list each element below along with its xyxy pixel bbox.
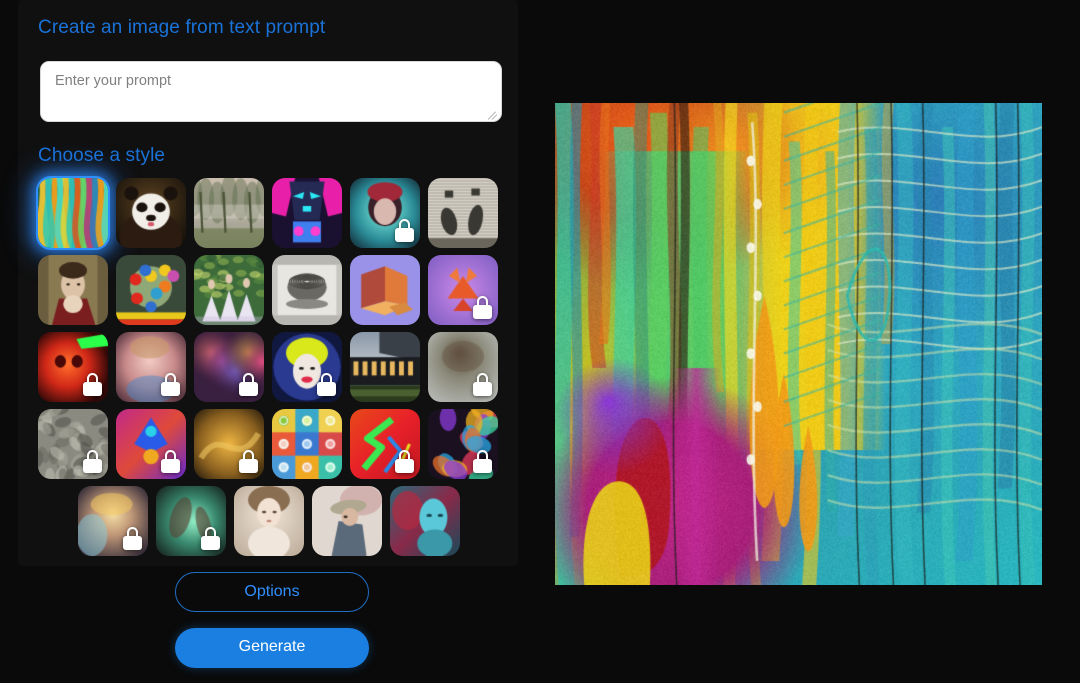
style-tile-panda-photoreal[interactable] xyxy=(116,178,186,248)
style-tile-neon-portrait[interactable] xyxy=(350,178,420,248)
page-title: Create an image from text prompt xyxy=(38,17,325,39)
options-button[interactable]: Options xyxy=(175,572,369,612)
prompt-input[interactable] xyxy=(40,61,502,122)
style-tile-cyberpunk-robot[interactable] xyxy=(272,178,342,248)
style-tile-app-icon-set[interactable] xyxy=(272,409,342,479)
style-thumbnail-renaissance-portrait xyxy=(38,255,108,325)
lock-icon xyxy=(83,450,102,473)
style-thumbnail-misty-landscape-painting xyxy=(194,178,264,248)
style-tile-low-poly-fox[interactable] xyxy=(428,255,498,325)
style-tile-stone-texture[interactable] xyxy=(38,409,108,479)
style-tile-color-smoke-abstract[interactable] xyxy=(194,332,264,402)
style-row xyxy=(38,486,500,556)
style-thumbnail-vintage-engraving xyxy=(428,178,498,248)
style-tile-green-mist-figure[interactable] xyxy=(156,486,226,556)
lock-icon xyxy=(83,373,102,396)
style-tile-ethereal-face[interactable] xyxy=(78,486,148,556)
style-thumbnail-app-icon-set xyxy=(272,409,342,479)
style-tile-renaissance-portrait[interactable] xyxy=(38,255,108,325)
style-thumbnail-still-life-flowers xyxy=(116,255,186,325)
generated-image-canvas xyxy=(555,103,1042,585)
lock-icon xyxy=(395,450,414,473)
style-tile-impressionist-ballet[interactable] xyxy=(194,255,264,325)
style-tile-infrared-skull[interactable] xyxy=(38,332,108,402)
style-row xyxy=(38,255,500,325)
style-tile-engraved-teacup[interactable] xyxy=(272,255,342,325)
lock-icon xyxy=(317,373,336,396)
lock-icon xyxy=(473,296,492,319)
choose-style-label: Choose a style xyxy=(38,145,165,167)
style-tile-macro-blur[interactable] xyxy=(428,332,498,402)
style-tile-vintage-engraving[interactable] xyxy=(428,178,498,248)
lock-icon xyxy=(239,450,258,473)
style-tile-psychedelic-figure[interactable] xyxy=(116,409,186,479)
style-grid xyxy=(38,178,500,563)
lock-icon xyxy=(239,373,258,396)
style-row xyxy=(38,409,500,479)
style-thumbnail-panda-photoreal xyxy=(116,178,186,248)
style-tile-porcelain-doll-portrait[interactable] xyxy=(234,486,304,556)
style-tile-vivid-collage[interactable] xyxy=(428,409,498,479)
style-tile-teal-red-portrait[interactable] xyxy=(390,486,460,556)
style-tile-abstract-expressionist[interactable] xyxy=(38,178,108,248)
lock-icon xyxy=(161,373,180,396)
lock-icon xyxy=(123,527,142,550)
style-tile-isometric-3d-render[interactable] xyxy=(350,255,420,325)
style-thumbnail-modern-architecture xyxy=(350,332,420,402)
style-thumbnail-teal-red-portrait xyxy=(390,486,460,556)
controls-column: Create an image from text prompt Choose … xyxy=(0,0,520,683)
style-tile-modern-architecture[interactable] xyxy=(350,332,420,402)
style-tile-painter-with-hat[interactable] xyxy=(312,486,382,556)
lock-icon xyxy=(161,450,180,473)
lock-icon xyxy=(473,373,492,396)
style-thumbnail-abstract-expressionist xyxy=(38,178,108,248)
style-tile-pop-art-icon[interactable] xyxy=(272,332,342,402)
style-thumbnail-cyberpunk-robot xyxy=(272,178,342,248)
style-row xyxy=(38,332,500,402)
style-tile-misty-landscape-painting[interactable] xyxy=(194,178,264,248)
style-row xyxy=(38,178,500,248)
image-generator-app: Create an image from text prompt Choose … xyxy=(0,0,1080,683)
lock-icon xyxy=(395,219,414,242)
style-tile-soft-pastel-portrait[interactable] xyxy=(116,332,186,402)
style-thumbnail-painter-with-hat xyxy=(312,486,382,556)
style-thumbnail-isometric-3d-render xyxy=(350,255,420,325)
style-thumbnail-engraved-teacup xyxy=(272,255,342,325)
style-tile-neon-dragon[interactable] xyxy=(350,409,420,479)
style-tile-golden-abstract[interactable] xyxy=(194,409,264,479)
lock-icon xyxy=(473,450,492,473)
lock-icon xyxy=(201,527,220,550)
style-tile-still-life-flowers[interactable] xyxy=(116,255,186,325)
generated-image[interactable] xyxy=(555,103,1042,585)
style-thumbnail-porcelain-doll-portrait xyxy=(234,486,304,556)
generate-button[interactable]: Generate xyxy=(175,628,369,668)
style-thumbnail-impressionist-ballet xyxy=(194,255,264,325)
